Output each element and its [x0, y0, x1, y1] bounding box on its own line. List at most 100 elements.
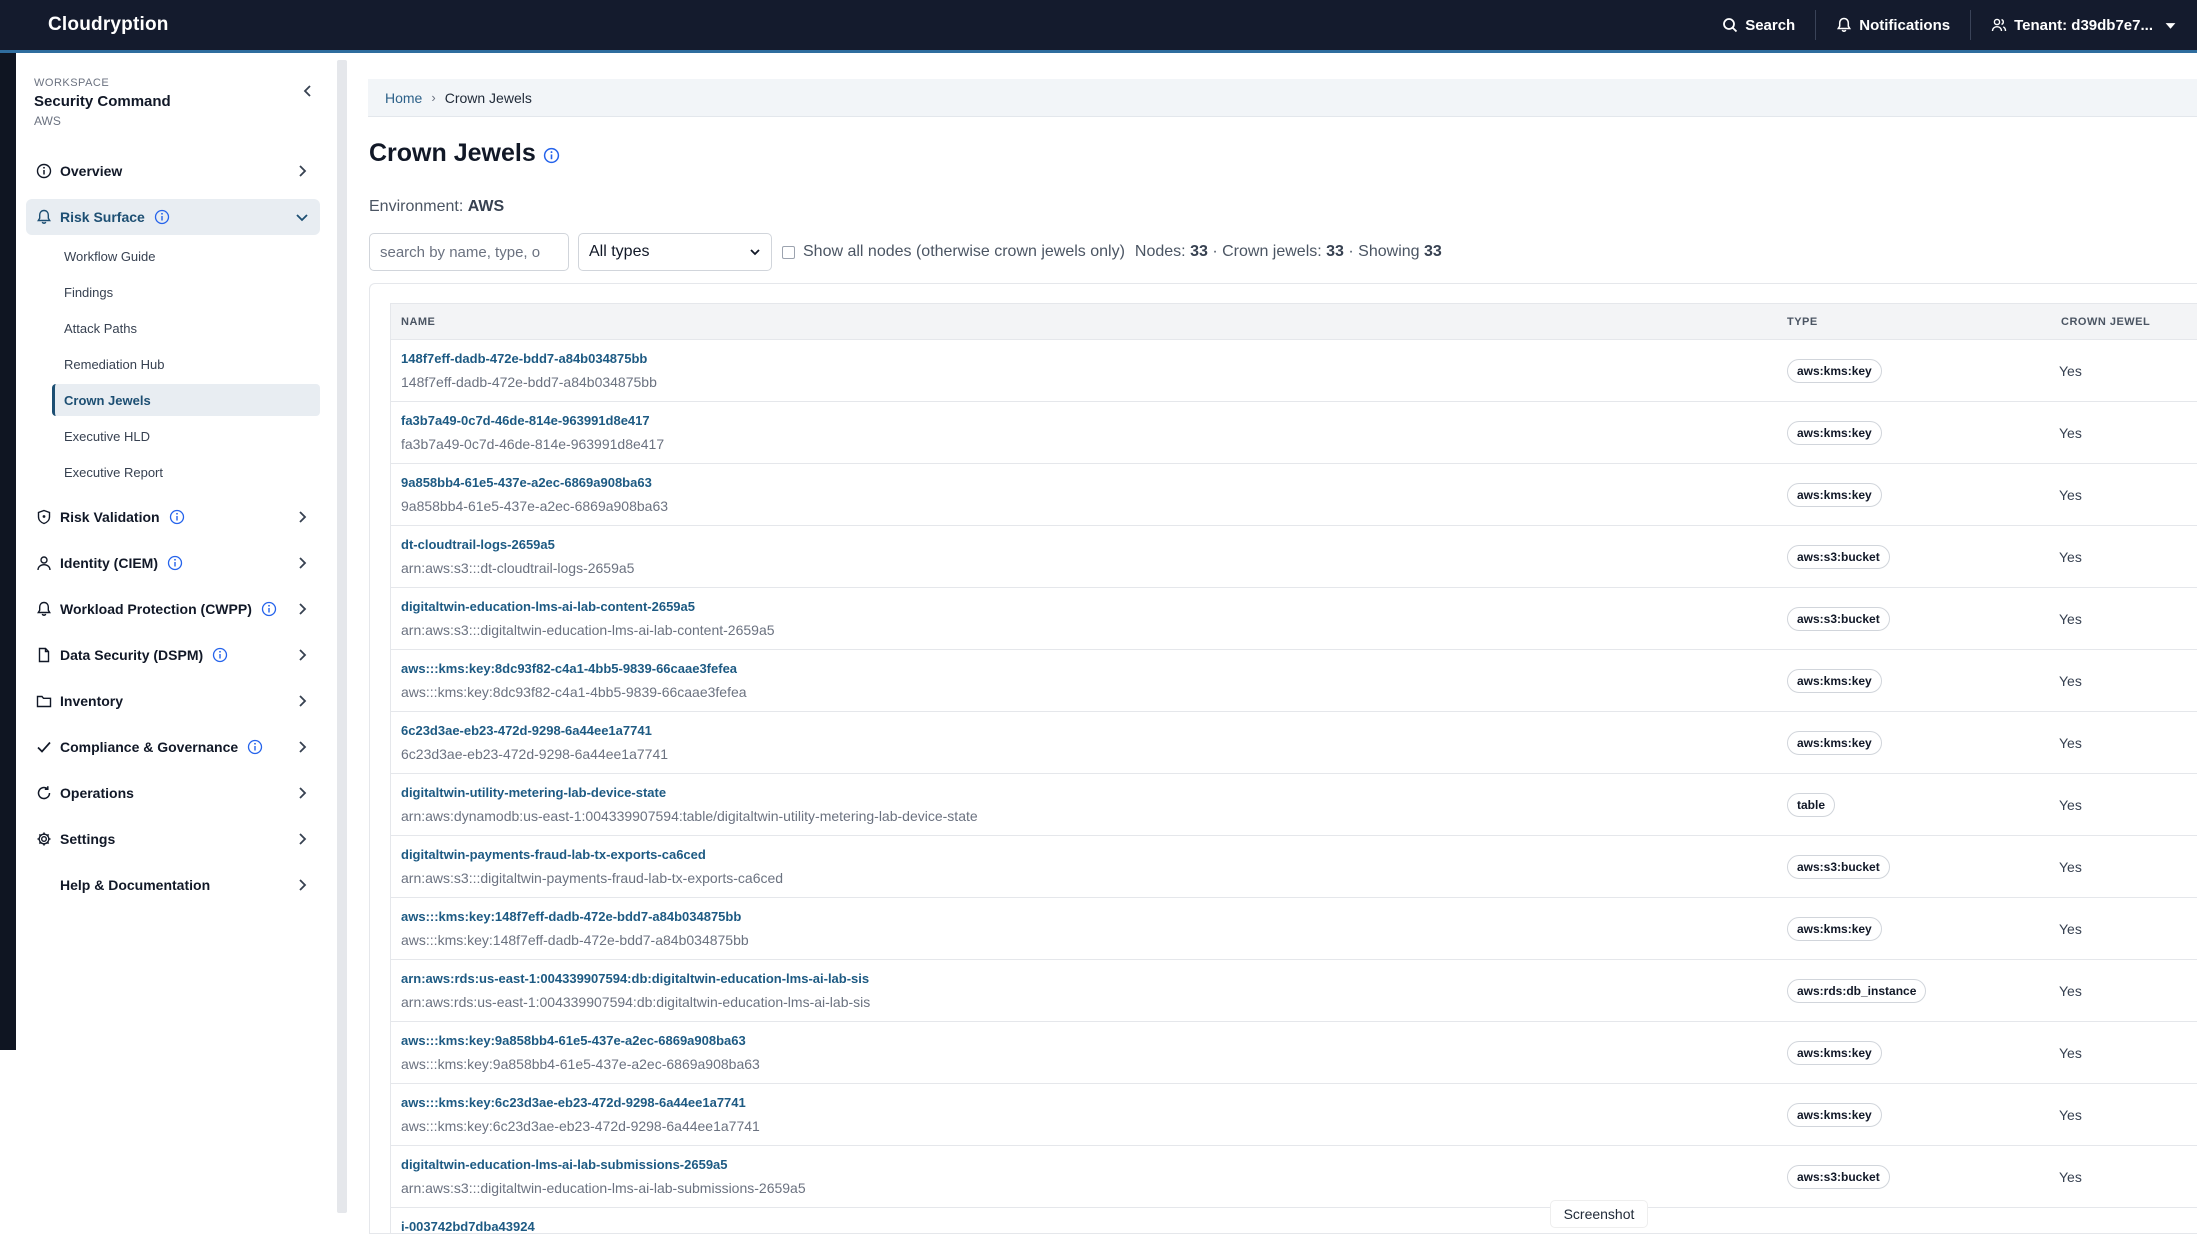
table-row[interactable]: aws:::kms:key:6c23d3ae-eb23-472d-9298-6a…	[391, 1084, 2197, 1146]
show-all-nodes-checkbox[interactable]	[782, 245, 795, 259]
sidebar-item-inventory[interactable]: Inventory	[26, 683, 320, 719]
left-edge-strip	[0, 53, 16, 1050]
table-row[interactable]: arn:aws:rds:us-east-1:004339907594:db:di…	[391, 960, 2197, 1022]
brand-logo[interactable]: Cloudryption	[48, 14, 169, 36]
row-name-link[interactable]: aws:::kms:key:6c23d3ae-eb23-472d-9298-6a…	[401, 1095, 746, 1110]
table-row[interactable]: i-003742bd7dba43924	[391, 1208, 2197, 1234]
sidebar-item-data-security[interactable]: Data Security (DSPM)	[26, 637, 320, 673]
crown-jewel-value: Yes	[2059, 425, 2082, 441]
row-name-link[interactable]: 9a858bb4-61e5-437e-a2ec-6869a908ba63	[401, 475, 652, 490]
showing-count: 33	[1424, 243, 1442, 260]
sidebar-item-risk-surface[interactable]: Risk Surface	[26, 199, 320, 235]
table-row[interactable]: 9a858bb4-61e5-437e-a2ec-6869a908ba63 9a85…	[391, 464, 2197, 526]
row-identifier: 6c23d3ae-eb23-472d-9298-6a44ee1a7741	[401, 746, 669, 762]
notifications-label: Notifications	[1859, 16, 1951, 34]
row-identifier: aws:::kms:key:148f7eff-dadb-472e-bdd7-a8…	[401, 932, 749, 948]
chevron-left-icon	[303, 85, 311, 97]
crown-jewel-value: Yes	[2059, 673, 2082, 689]
notifications-button[interactable]: Notifications	[1816, 0, 1970, 50]
table-row[interactable]: aws:::kms:key:148f7eff-dadb-472e-bdd7-a8…	[391, 898, 2197, 960]
sidebar-subitem-findings[interactable]: Findings	[52, 276, 320, 308]
row-name-link[interactable]: aws:::kms:key:148f7eff-dadb-472e-bdd7-a8…	[401, 909, 741, 924]
showing-label: · Showing	[1348, 243, 1420, 260]
info-icon[interactable]	[169, 509, 185, 525]
screenshot-tooltip: Screenshot	[1551, 1201, 1647, 1227]
sidebar-subitem-executive-report[interactable]: Executive Report	[52, 456, 320, 488]
column-header-type[interactable]: TYPE	[1787, 316, 1818, 328]
tenant-selector[interactable]: Tenant: d39db7e7...	[1971, 0, 2197, 50]
sidebar-subitem-workflow-guide[interactable]: Workflow Guide	[52, 240, 320, 272]
bell-icon	[1837, 17, 1852, 32]
info-icon[interactable]	[543, 147, 561, 165]
shield-icon	[36, 509, 52, 525]
row-name-link[interactable]: digitaltwin-education-lms-ai-lab-content…	[401, 599, 695, 614]
crown-jewel-value: Yes	[2059, 1107, 2082, 1123]
search-label: Search	[1745, 16, 1796, 34]
table-row[interactable]: fa3b7a49-0c7d-46de-814e-963991d8e417 fa3b…	[391, 402, 2197, 464]
table-row[interactable]: 148f7eff-dadb-472e-bdd7-a84b034875bb 148f…	[391, 340, 2197, 402]
row-identifier: aws:::kms:key:6c23d3ae-eb23-472d-9298-6a…	[401, 1118, 760, 1134]
table-row[interactable]: digitaltwin-education-lms-ai-lab-content…	[391, 588, 2197, 650]
breadcrumb-home-link[interactable]: Home	[385, 90, 422, 106]
sidebar-scrollbar[interactable]	[337, 60, 347, 1213]
sidebar-item-risk-validation[interactable]: Risk Validation	[26, 499, 320, 535]
row-name-link[interactable]: digitaltwin-payments-fraud-lab-tx-export…	[401, 847, 706, 862]
sidebar-subitem-attack-paths[interactable]: Attack Paths	[52, 312, 320, 344]
search-input[interactable]	[369, 233, 569, 271]
chevron-right-icon	[294, 509, 310, 525]
info-icon[interactable]	[154, 209, 170, 225]
type-badge: aws:kms:key	[1787, 917, 1882, 941]
search-button[interactable]: Search	[1702, 0, 1815, 50]
sidebar-item-operations[interactable]: Operations	[26, 775, 320, 811]
type-badge: aws:kms:key	[1787, 731, 1882, 755]
filter-controls: All types Show all nodes (otherwise crow…	[369, 233, 1442, 271]
sidebar-item-settings[interactable]: Settings	[26, 821, 320, 857]
table-row[interactable]: digitaltwin-education-lms-ai-lab-submiss…	[391, 1146, 2197, 1208]
results-panel: NAME TYPE CROWN JEWEL 148f7eff-dadb-472e…	[369, 283, 2197, 1234]
info-icon[interactable]	[212, 647, 228, 663]
table-row[interactable]: digitaltwin-utility-metering-lab-device-…	[391, 774, 2197, 836]
chevron-right-icon	[294, 693, 310, 709]
row-name-link[interactable]: aws:::kms:key:9a858bb4-61e5-437e-a2ec-68…	[401, 1033, 746, 1048]
row-name-link[interactable]: 6c23d3ae-eb23-472d-9298-6a44ee1a7741	[401, 723, 652, 738]
row-name-link[interactable]: i-003742bd7dba43924	[401, 1219, 535, 1234]
table-row[interactable]: digitaltwin-payments-fraud-lab-tx-export…	[391, 836, 2197, 898]
sidebar-item-overview[interactable]: Overview	[26, 153, 320, 189]
row-name-link[interactable]: digitaltwin-education-lms-ai-lab-submiss…	[401, 1157, 728, 1172]
row-identifier: arn:aws:s3:::digitaltwin-education-lms-a…	[401, 622, 775, 638]
type-filter-select[interactable]: All types	[578, 233, 772, 271]
info-icon[interactable]	[167, 555, 183, 571]
row-name-link[interactable]: digitaltwin-utility-metering-lab-device-…	[401, 785, 666, 800]
sidebar-subitem-executive-hld[interactable]: Executive HLD	[52, 420, 320, 452]
sidebar-item-compliance[interactable]: Compliance & Governance	[26, 729, 320, 765]
table-body: 148f7eff-dadb-472e-bdd7-a84b034875bb 148f…	[391, 340, 2197, 1234]
row-name-link[interactable]: aws:::kms:key:8dc93f82-c4a1-4bb5-9839-66…	[401, 661, 737, 676]
sidebar-item-label: Operations	[60, 785, 134, 801]
sidebar-item-workload-protection[interactable]: Workload Protection (CWPP)	[26, 591, 320, 627]
table-row[interactable]: aws:::kms:key:8dc93f82-c4a1-4bb5-9839-66…	[391, 650, 2197, 712]
table-row[interactable]: 6c23d3ae-eb23-472d-9298-6a44ee1a7741 6c23…	[391, 712, 2197, 774]
row-name-link[interactable]: 148f7eff-dadb-472e-bdd7-a84b034875bb	[401, 351, 647, 366]
nodes-count: 33	[1190, 243, 1208, 260]
row-name-link[interactable]: fa3b7a49-0c7d-46de-814e-963991d8e417	[401, 413, 650, 428]
breadcrumb-current: Crown Jewels	[444, 89, 532, 106]
sidebar-subitem-remediation-hub[interactable]: Remediation Hub	[52, 348, 320, 380]
info-icon[interactable]	[261, 601, 277, 617]
type-badge: aws:kms:key	[1787, 483, 1882, 507]
type-badge: aws:kms:key	[1787, 1041, 1882, 1065]
row-identifier: aws:::kms:key:8dc93f82-c4a1-4bb5-9839-66…	[401, 684, 747, 700]
row-identifier: arn:aws:s3:::digitaltwin-education-lms-a…	[401, 1180, 806, 1196]
table-row[interactable]: dt-cloudtrail-logs-2659a5 arn:aws:s3:::dt…	[391, 526, 2197, 588]
gear-icon	[36, 831, 52, 847]
collapse-sidebar-button[interactable]	[296, 79, 320, 103]
sidebar-item-identity[interactable]: Identity (CIEM)	[26, 545, 320, 581]
type-badge: aws:kms:key	[1787, 669, 1882, 693]
row-name-link[interactable]: dt-cloudtrail-logs-2659a5	[401, 537, 555, 552]
table-row[interactable]: aws:::kms:key:9a858bb4-61e5-437e-a2ec-68…	[391, 1022, 2197, 1084]
info-icon[interactable]	[247, 739, 263, 755]
column-header-crown-jewel[interactable]: CROWN JEWEL	[2061, 316, 2150, 328]
sidebar-item-help[interactable]: Help & Documentation	[26, 867, 320, 903]
row-name-link[interactable]: arn:aws:rds:us-east-1:004339907594:db:di…	[401, 971, 869, 986]
sidebar-subitem-crown-jewels[interactable]: Crown Jewels	[52, 384, 320, 416]
column-header-name[interactable]: NAME	[401, 316, 435, 328]
